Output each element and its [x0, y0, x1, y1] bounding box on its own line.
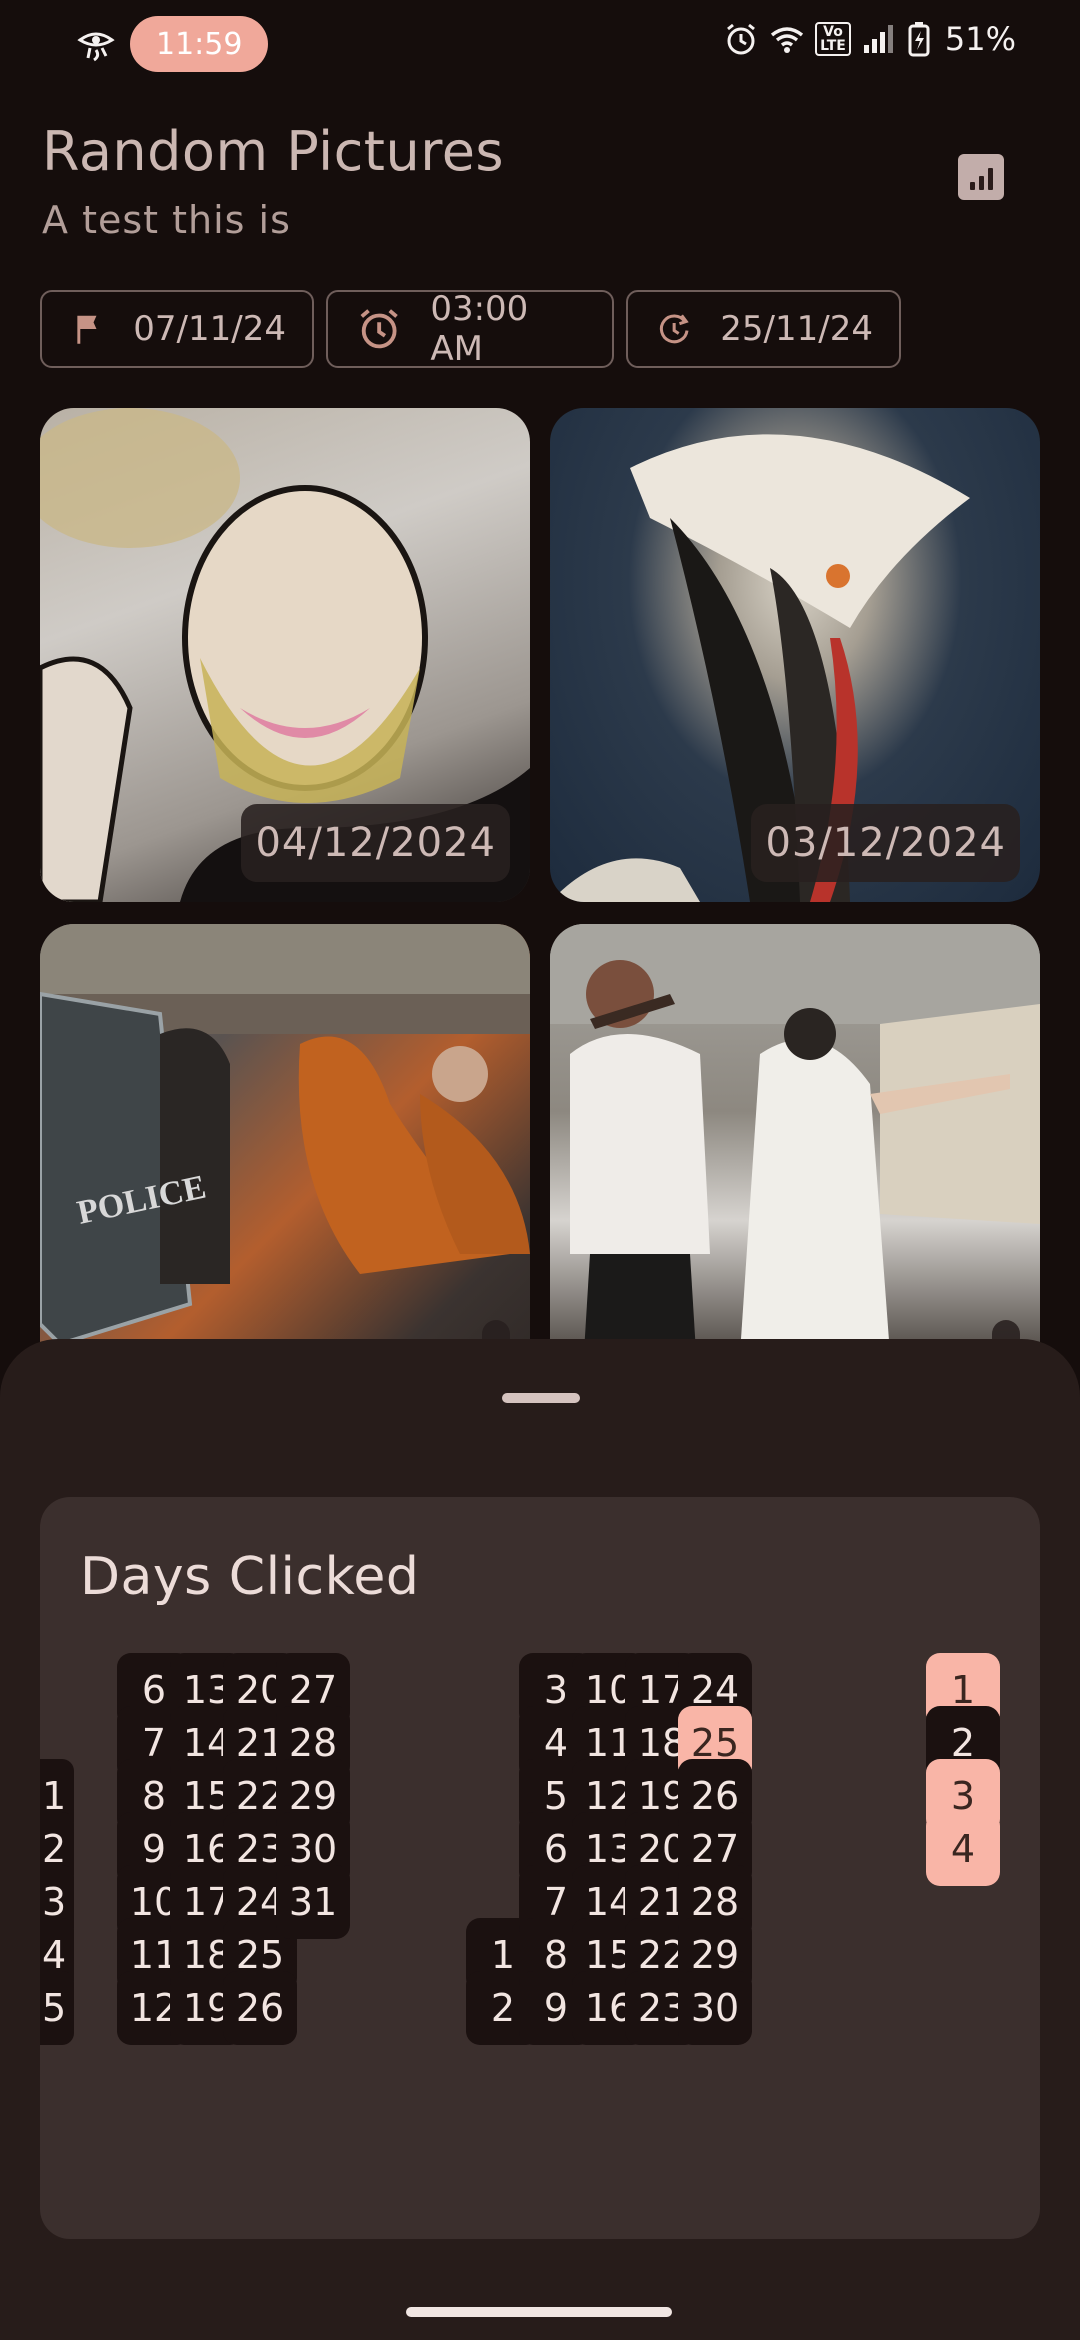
- status-left: 11:59: [76, 16, 269, 72]
- eye-icon: [77, 32, 115, 62]
- status-bar: 11:59 Vo LTE 51%: [0, 0, 1080, 84]
- day-cell[interactable]: 31: [276, 1865, 350, 1939]
- alarm-icon: [727, 23, 756, 55]
- status-icons: Vo LTE 51%: [723, 20, 1016, 58]
- repeat-date-chip[interactable]: 25/11/24: [626, 290, 901, 368]
- chip-label: 07/11/24: [133, 309, 286, 349]
- drag-handle[interactable]: [502, 1393, 580, 1403]
- signal-icon: [863, 25, 893, 53]
- alarm-icon: [360, 309, 398, 349]
- bottom-sheet: Days Clicked 1 2 3 4 5 6 7 8 9 10 11 12 13 14 15 16 17 18…: [0, 1339, 1080, 2340]
- chip-label: 03:00 AM: [430, 289, 529, 369]
- bar-chart-icon[interactable]: [958, 154, 1004, 200]
- page-subtitle: A test this is: [42, 198, 291, 242]
- photo-date-badge: 04/12/2024: [241, 804, 510, 882]
- battery-percent: 51%: [944, 20, 1016, 58]
- start-date-chip[interactable]: 07/11/24: [40, 290, 314, 368]
- battery-charging-icon: [908, 22, 930, 57]
- photo-date-badge: 03/12/2024: [751, 804, 1020, 882]
- time-chip[interactable]: 03:00 AM: [326, 289, 614, 369]
- days-clicked-card: Days Clicked 1 2 3 4 5 6 7 8 9 10 11 12 13 14 15 16 17 18…: [40, 1497, 1040, 2239]
- photo-card[interactable]: 03/12/2024: [550, 408, 1040, 902]
- day-cell[interactable]: 5: [40, 1971, 74, 2045]
- day-cell[interactable]: 30: [678, 1971, 752, 2045]
- flag-icon: [77, 315, 97, 344]
- page-title: Random Pictures: [42, 120, 505, 183]
- day-cell[interactable]: 4: [926, 1812, 1000, 1886]
- card-title: Days Clicked: [80, 1547, 420, 1607]
- refresh-clock-icon: [659, 314, 689, 344]
- volte-icon: Vo LTE: [815, 22, 851, 56]
- day-cell[interactable]: 26: [223, 1971, 297, 2045]
- gesture-nav-bar[interactable]: [406, 2307, 672, 2317]
- photo-card[interactable]: 04/12/2024: [40, 408, 530, 902]
- time-pill: 11:59: [130, 16, 269, 72]
- info-chips: 07/11/24 03:00 AM 25/11/24: [40, 289, 901, 369]
- wifi-icon: [771, 27, 804, 53]
- chip-label: 25/11/24: [720, 309, 873, 349]
